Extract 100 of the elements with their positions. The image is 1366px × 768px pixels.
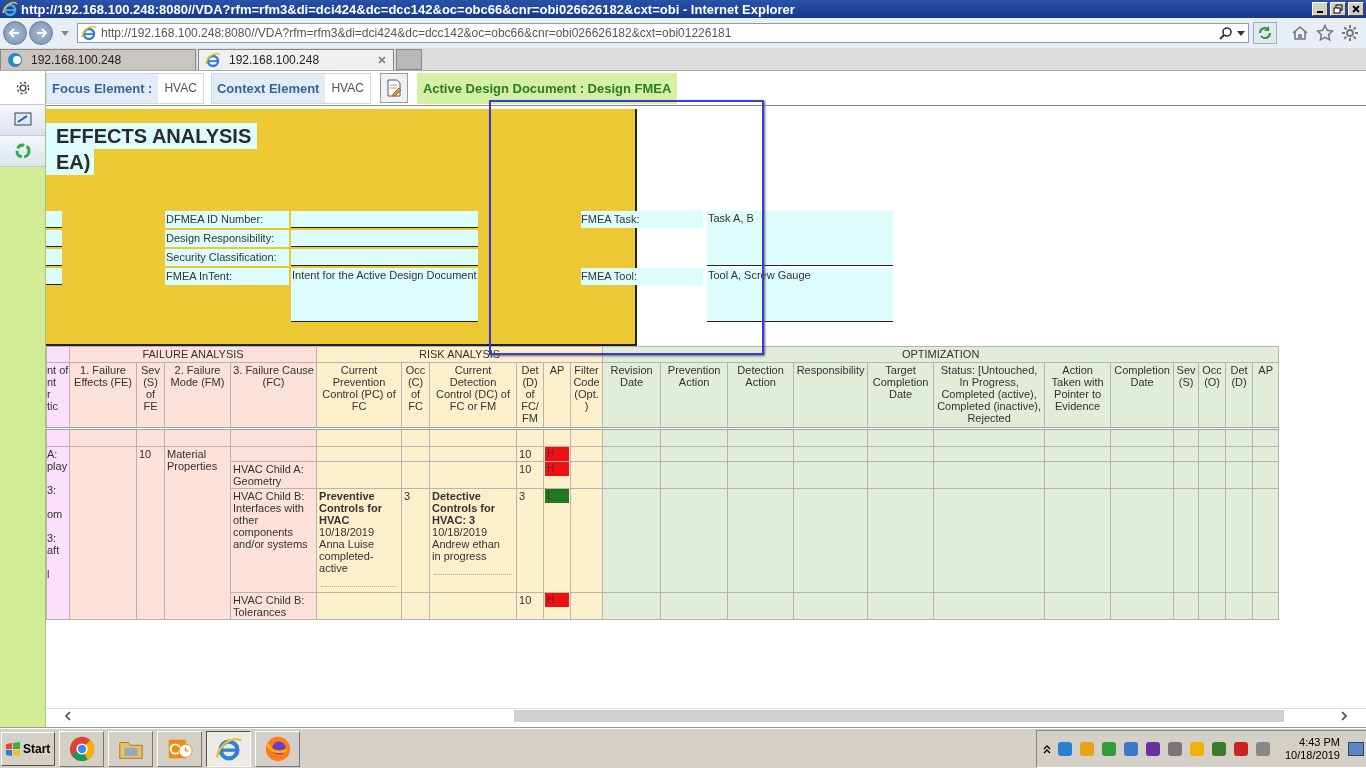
presentation-button[interactable] bbox=[0, 105, 45, 136]
refresh-button[interactable] bbox=[1253, 22, 1277, 44]
browser-tab[interactable]: 192.168.100.248 bbox=[0, 49, 196, 70]
table-cell: 3 bbox=[401, 488, 430, 593]
input-field[interactable]: Task A, B bbox=[707, 211, 893, 266]
column-header: Current Detection Control (DC) of FC or FM bbox=[429, 362, 517, 429]
form-title: EFFECTS ANALYSIS bbox=[46, 123, 258, 149]
header-cell: FAILURE ANALYSIS bbox=[69, 346, 317, 363]
focus-element-value: HVAC bbox=[158, 73, 203, 103]
column-header: nt of nt r tic bbox=[46, 362, 70, 429]
table-cell bbox=[1044, 461, 1111, 489]
forward-button[interactable] bbox=[29, 21, 53, 45]
table-cell bbox=[660, 428, 728, 447]
input-field[interactable] bbox=[46, 230, 62, 247]
recycle-button[interactable] bbox=[0, 136, 45, 167]
chrome-icon[interactable] bbox=[59, 730, 104, 767]
input-field[interactable] bbox=[291, 211, 478, 228]
close-button[interactable] bbox=[1348, 2, 1364, 16]
table-cell bbox=[1044, 428, 1111, 447]
back-button[interactable] bbox=[3, 21, 27, 45]
table-cell: Material Properties bbox=[164, 446, 231, 620]
show-desktop-button[interactable] bbox=[1348, 741, 1364, 756]
search-icon[interactable] bbox=[1219, 26, 1233, 40]
input-field[interactable] bbox=[46, 249, 62, 266]
edit-document-button[interactable] bbox=[379, 73, 408, 103]
close-icon[interactable] bbox=[377, 55, 387, 65]
column-header: Detection Action bbox=[727, 362, 794, 429]
table-cell: A: play 3: om 3: aft l bbox=[46, 446, 70, 620]
refresh-icon bbox=[1257, 25, 1273, 41]
mail-clock-icon[interactable] bbox=[157, 730, 202, 767]
ap-indicator: H bbox=[545, 447, 570, 461]
field-label: DFMEA ID Number: bbox=[165, 211, 289, 228]
header-cell bbox=[46, 346, 70, 363]
restore-button[interactable] bbox=[1330, 2, 1346, 16]
input-field[interactable] bbox=[46, 268, 62, 285]
input-field[interactable]: Intent for the Active Design Document bbox=[291, 268, 478, 322]
column-header: Filter Code (Opt.) bbox=[570, 362, 603, 429]
chevron-up-icon[interactable] bbox=[1042, 743, 1051, 754]
input-field[interactable] bbox=[291, 230, 478, 247]
tray-app-icon[interactable] bbox=[1210, 740, 1227, 757]
table-cell bbox=[1044, 592, 1111, 620]
scroll-left-icon[interactable] bbox=[64, 711, 72, 721]
input-field[interactable] bbox=[291, 249, 478, 266]
table-cell bbox=[46, 428, 70, 447]
firefox-icon[interactable] bbox=[255, 730, 300, 767]
tray-app-icon[interactable] bbox=[1254, 740, 1271, 757]
table-cell bbox=[867, 428, 934, 447]
browser-logo-icon bbox=[81, 25, 97, 41]
column-header: Completion Date bbox=[1110, 362, 1174, 429]
tray-app-icon[interactable] bbox=[1056, 740, 1073, 757]
table-cell bbox=[1252, 428, 1279, 447]
table-cell bbox=[660, 461, 728, 489]
tray-app-icon[interactable] bbox=[1166, 740, 1183, 757]
field-label: Design Responsibility: bbox=[165, 230, 289, 247]
table-cell: 3 bbox=[516, 488, 544, 593]
table-cell bbox=[727, 461, 794, 489]
table-cell: Preventive Controls for HVAC 10/18/2019 Anna Luise completed-active bbox=[316, 488, 402, 593]
table-cell: HVAC Child B: Interfaces with other components and/or systems bbox=[230, 488, 317, 593]
star-icon[interactable] bbox=[1316, 24, 1334, 42]
table-cell bbox=[164, 428, 231, 447]
column-header: Responsibility bbox=[793, 362, 868, 429]
tray-app-icon[interactable] bbox=[1122, 740, 1139, 757]
tray-app-icon[interactable] bbox=[1232, 740, 1249, 757]
table-cell bbox=[727, 428, 794, 447]
url-text: http://192.168.100.248:8080//VDA?rfm=rfm3&di=dci424&dc=dcc142&oc=obc66&cnr=obi026626182&cxt=obi01226181 bbox=[101, 26, 733, 40]
settings-icon[interactable] bbox=[1341, 24, 1359, 42]
address-field[interactable]: http://192.168.100.248:8080//VDA?rfm=rfm3&di=dci424&dc=dcc142&oc=obc66&cnr=obi026626182&cxt=obi01226181 bbox=[77, 23, 1249, 43]
table-cell bbox=[1173, 428, 1199, 447]
active-document-label: Active Design Document : Design FMEA bbox=[416, 72, 678, 104]
caret-icon[interactable] bbox=[1237, 30, 1245, 36]
field-label: Security Classification: bbox=[165, 249, 289, 266]
ap-indicator: H bbox=[545, 462, 570, 476]
column-header: Occ (C) of FC bbox=[401, 362, 430, 429]
column-header: Revision Date bbox=[602, 362, 661, 429]
browser-tab[interactable]: 192.168.100.248 bbox=[198, 49, 394, 70]
field-label: FMEA Tool: bbox=[581, 268, 703, 285]
folder-icon[interactable] bbox=[108, 730, 153, 767]
table-cell bbox=[727, 592, 794, 620]
column-header: Target Completion Date bbox=[867, 362, 934, 429]
column-header: Det (D) bbox=[1225, 362, 1253, 429]
table-cell bbox=[401, 428, 430, 447]
input-field[interactable] bbox=[46, 211, 62, 228]
field-label: FMEA InTent: bbox=[165, 268, 289, 285]
tray-app-icon[interactable] bbox=[1100, 740, 1117, 757]
minimize-button[interactable] bbox=[1312, 2, 1328, 16]
tray-app-icon[interactable] bbox=[1144, 740, 1161, 757]
horizontal-scrollbar[interactable] bbox=[46, 708, 1366, 723]
table-cell bbox=[867, 592, 934, 620]
start-button[interactable]: Start bbox=[1, 731, 55, 766]
scrollbar-thumb[interactable] bbox=[514, 710, 1284, 722]
table-cell bbox=[602, 428, 661, 447]
browser-logo-icon[interactable] bbox=[206, 730, 251, 767]
column-header: 3. Failure Cause (FC) bbox=[230, 362, 317, 429]
home-icon[interactable] bbox=[1291, 24, 1309, 42]
column-header: Det (D) of FC/FM bbox=[516, 362, 544, 429]
scroll-right-icon[interactable] bbox=[1340, 711, 1348, 721]
close-icon bbox=[1351, 4, 1361, 14]
window-title: http://192.168.100.248:8080//VDA?rfm=rfm3&di=dci424&dc=dcc142&oc=obc66&cnr=obi026626182&cxt=obi - Internet Explorer bbox=[21, 1, 795, 17]
restore-icon bbox=[1333, 4, 1343, 14]
context-element-label: Context Element bbox=[215, 79, 321, 98]
